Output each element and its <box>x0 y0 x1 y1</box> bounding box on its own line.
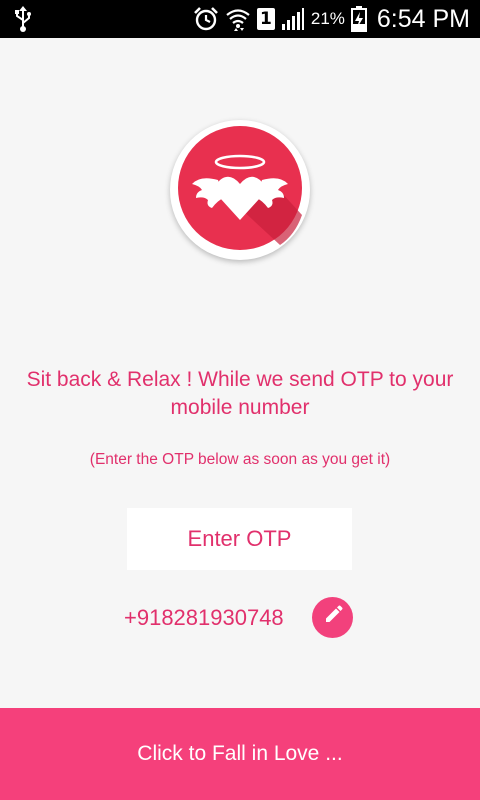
cta-label: Click to Fall in Love ... <box>137 742 343 765</box>
clock: 6:54 PM <box>376 4 470 33</box>
angel-heart-icon <box>178 126 302 250</box>
app-logo <box>170 120 310 260</box>
headline-text: Sit back & Relax ! While we send OTP to … <box>26 368 454 419</box>
edit-phone-button[interactable] <box>312 597 353 638</box>
battery-percent: 21% <box>310 9 345 28</box>
otp-input[interactable] <box>127 508 352 570</box>
wifi-icon <box>225 6 251 32</box>
sim-icon: 1 <box>256 8 275 30</box>
battery-icon <box>350 6 367 32</box>
pencil-icon <box>323 605 343 630</box>
usb-icon <box>14 6 32 37</box>
phone-number: +918281930748 <box>124 605 284 630</box>
status-bar: 1 21% 6:54 PM <box>0 0 480 38</box>
instruction-text: (Enter the OTP below as soon as you get … <box>89 451 391 468</box>
fall-in-love-button[interactable]: Click to Fall in Love ... <box>0 708 480 800</box>
alarm-icon <box>193 6 219 32</box>
signal-icon <box>281 7 305 31</box>
